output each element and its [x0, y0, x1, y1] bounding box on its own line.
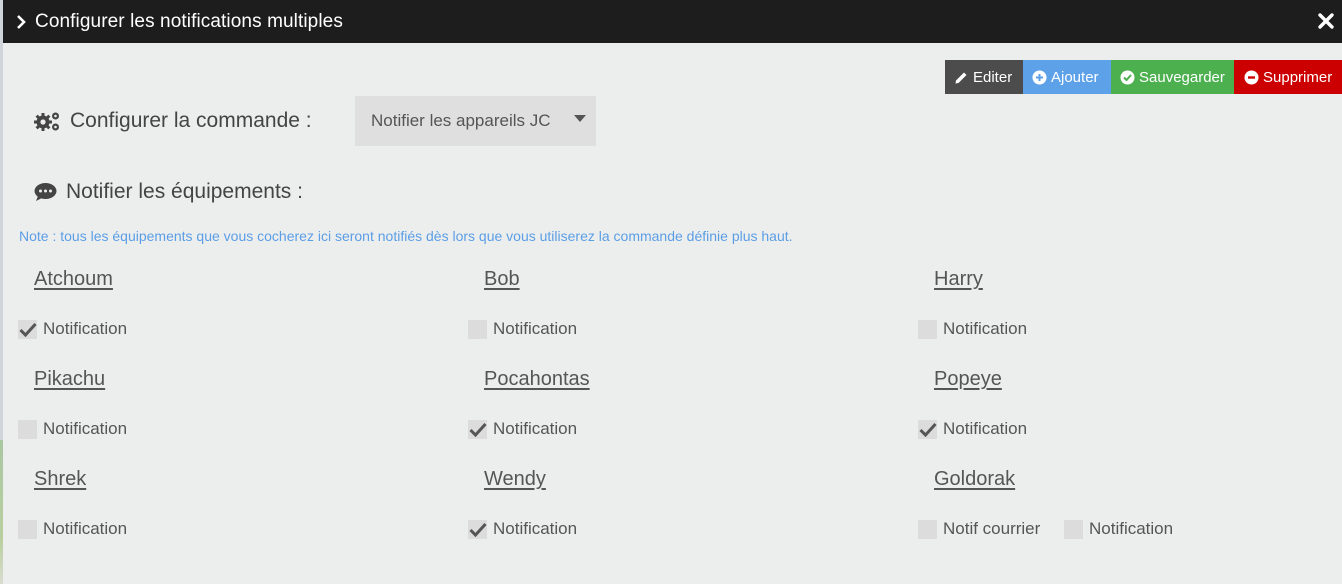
- checkbox-box[interactable]: [468, 319, 487, 339]
- command-select[interactable]: Notifier les appareils JC: [355, 96, 596, 146]
- checkbox-box[interactable]: [468, 419, 487, 439]
- checkbox-box[interactable]: [918, 419, 937, 439]
- checkbox-box[interactable]: [1064, 519, 1083, 539]
- checkbox-label: Notification: [493, 419, 578, 438]
- device-checkbox[interactable]: Notification: [918, 419, 1027, 439]
- device-name-bob[interactable]: Bob: [484, 268, 520, 291]
- command-label: Configurer la commande :: [70, 109, 312, 132]
- command-row: Configurer la commande :: [34, 96, 312, 146]
- checkbox-label: Notification: [1089, 519, 1174, 538]
- checkbox-box[interactable]: [918, 519, 937, 539]
- close-icon[interactable]: [1316, 11, 1336, 31]
- device-name-pocahontas[interactable]: Pocahontas: [484, 368, 590, 391]
- checkbox-box[interactable]: [18, 319, 37, 339]
- device-name-popeye[interactable]: Popeye: [934, 368, 1002, 391]
- device-name-shrek[interactable]: Shrek: [34, 468, 86, 491]
- device-name-atchoum[interactable]: Atchoum: [34, 268, 113, 291]
- check-circle-icon: [1120, 70, 1135, 84]
- edit-button[interactable]: Editer: [945, 60, 1023, 94]
- device-checkbox[interactable]: Notification: [918, 319, 1027, 339]
- device-name-harry[interactable]: Harry: [934, 268, 983, 291]
- edit-button-label: Editer: [973, 68, 1013, 86]
- modal-title: Configurer les notifications multiples: [35, 10, 343, 32]
- device-checkbox[interactable]: Notif courrier: [918, 519, 1040, 539]
- note-text: Note : tous les équipements que vous coc…: [19, 228, 793, 244]
- comment-icon: [34, 183, 57, 201]
- pencil-icon: [955, 72, 967, 83]
- plus-circle-icon: [1032, 70, 1047, 84]
- checkbox-label: Notification: [43, 419, 128, 438]
- caret-down-icon: [574, 115, 586, 122]
- checkbox-label: Notification: [43, 519, 128, 538]
- checkbox-label: Notification: [943, 319, 1028, 338]
- device-checkbox[interactable]: Notification: [18, 419, 127, 439]
- device-checkbox[interactable]: Notification: [468, 419, 577, 439]
- minus-circle-icon: [1244, 70, 1259, 84]
- checkbox-label: Notif courrier: [943, 519, 1041, 538]
- device-checkbox[interactable]: Notification: [468, 519, 577, 539]
- checkbox-box[interactable]: [18, 519, 37, 539]
- background-strip: [0, 0, 3, 584]
- add-button[interactable]: Ajouter: [1023, 60, 1111, 94]
- checkbox-box[interactable]: [18, 419, 37, 439]
- checkmark-icon: [469, 422, 487, 437]
- action-toolbar: Editer Ajouter Sauvegarder Supprimer: [945, 60, 1342, 94]
- checkmark-icon: [469, 522, 487, 537]
- device-checkbox[interactable]: Notification: [468, 319, 577, 339]
- modal-titlebar: Configurer les notifications multiples: [3, 0, 1342, 43]
- device-name-pikachu[interactable]: Pikachu: [34, 368, 105, 391]
- delete-button[interactable]: Supprimer: [1234, 60, 1342, 94]
- checkbox-label: Notification: [43, 319, 128, 338]
- command-select-value: Notifier les appareils JC: [371, 111, 551, 130]
- device-checkbox[interactable]: Notification: [1064, 519, 1173, 539]
- checkbox-box[interactable]: [918, 319, 937, 339]
- checkbox-box[interactable]: [468, 519, 487, 539]
- chevron-right-icon: [17, 14, 26, 29]
- delete-button-label: Supprimer: [1263, 68, 1333, 86]
- checkbox-label: Notification: [493, 519, 578, 538]
- cogs-icon: [34, 112, 59, 131]
- device-name-goldorak[interactable]: Goldorak: [934, 468, 1015, 491]
- checkbox-label: Notification: [943, 419, 1028, 438]
- device-checkbox[interactable]: Notification: [18, 519, 127, 539]
- device-name-wendy[interactable]: Wendy: [484, 468, 546, 491]
- checkmark-icon: [19, 322, 37, 337]
- checkmark-icon: [919, 422, 937, 437]
- add-button-label: Ajouter: [1051, 68, 1099, 86]
- save-button[interactable]: Sauvegarder: [1111, 60, 1234, 94]
- notify-label: Notifier les équipements :: [66, 180, 303, 203]
- save-button-label: Sauvegarder: [1139, 68, 1225, 86]
- checkbox-label: Notification: [493, 319, 578, 338]
- device-checkbox[interactable]: Notification: [18, 319, 127, 339]
- notify-row: Notifier les équipements :: [34, 178, 303, 206]
